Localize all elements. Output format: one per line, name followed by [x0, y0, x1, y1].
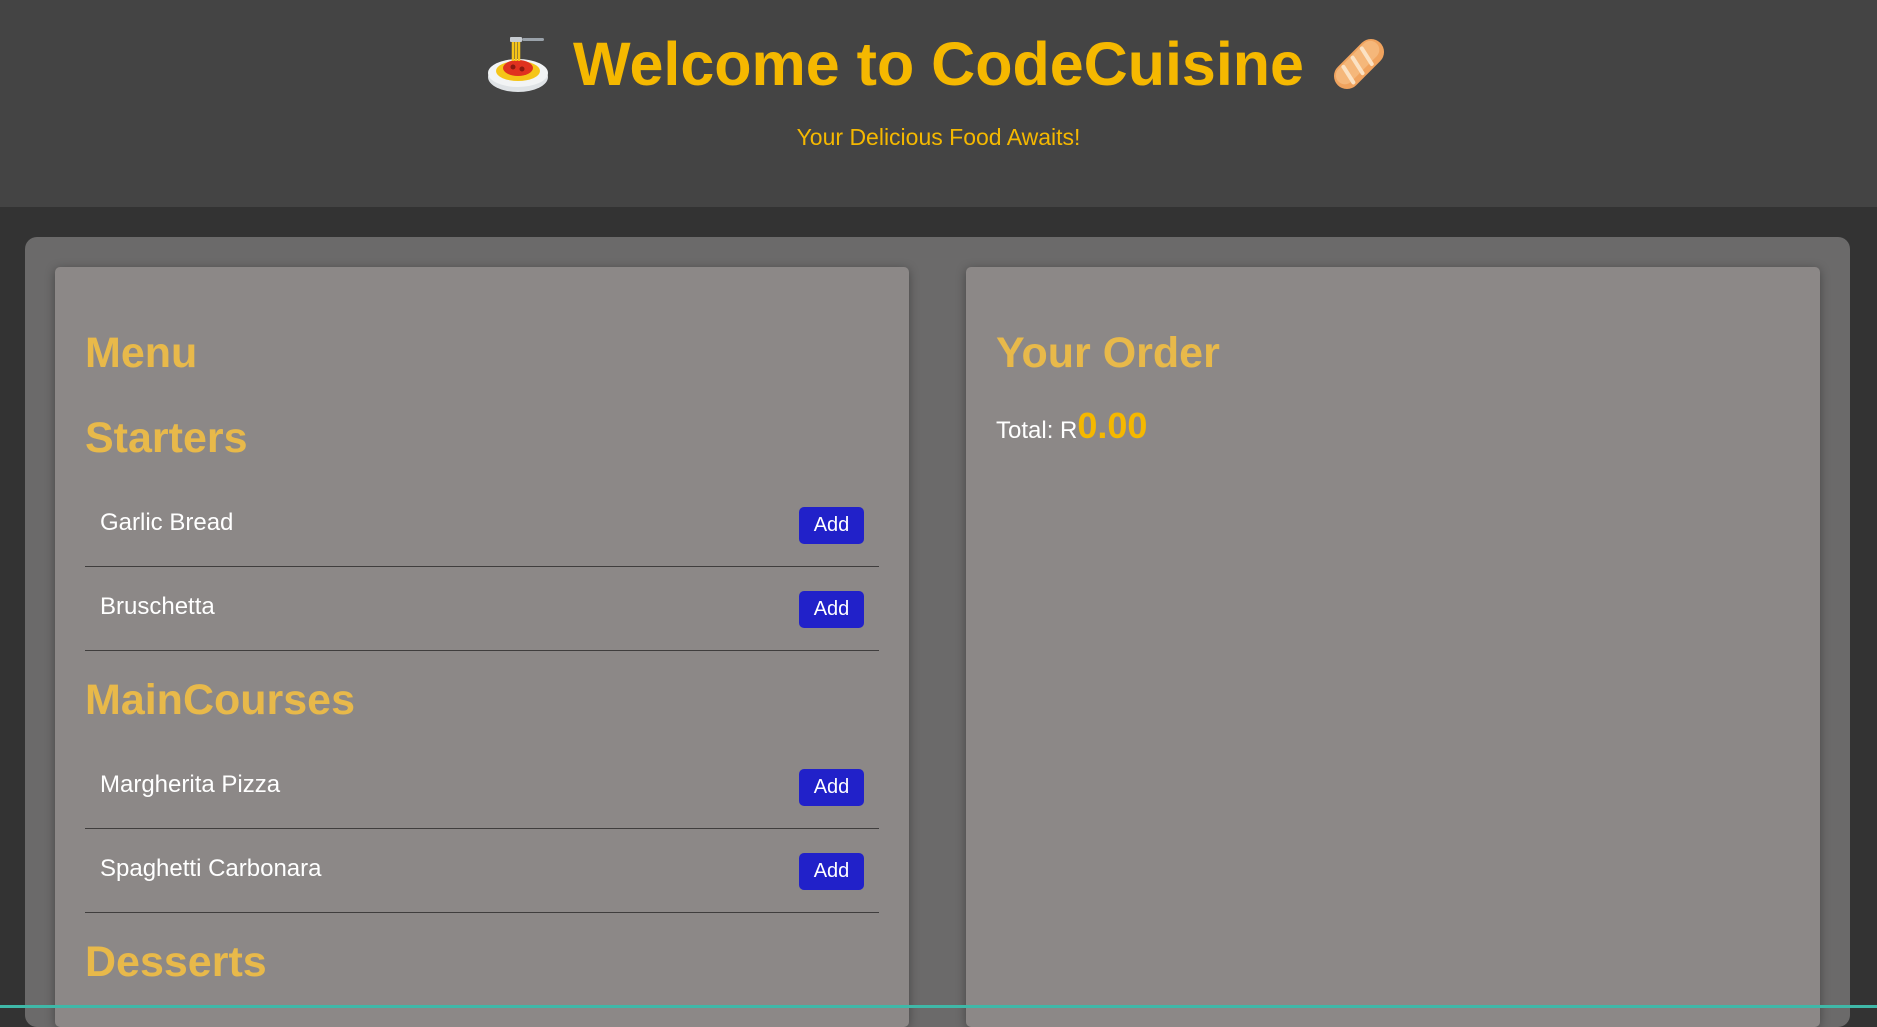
add-margherita-pizza-button[interactable]: Add	[799, 769, 864, 806]
site-header: Welcome to CodeCuisine Your Delicious Fo…	[0, 0, 1877, 207]
total-value: 0.00	[1077, 405, 1148, 446]
order-panel: Your Order Total: R0.00	[966, 267, 1820, 1027]
page-title: Welcome to CodeCuisine	[573, 30, 1304, 98]
menu-title: Menu	[85, 329, 198, 377]
add-bruschetta-button[interactable]: Add	[799, 591, 864, 628]
category-starters: Starters	[85, 414, 248, 462]
order-total: Total: R0.00	[996, 405, 1147, 447]
menu-item-spaghetti-carbonara: Spaghetti Carbonara Add	[85, 829, 879, 913]
category-main-courses: MainCourses	[85, 676, 356, 724]
order-title: Your Order	[996, 329, 1220, 377]
menu-item-bruschetta: Bruschetta Add	[85, 567, 879, 651]
title-row: Welcome to CodeCuisine	[0, 28, 1877, 100]
page-subtitle: Your Delicious Food Awaits!	[796, 124, 1081, 150]
main-container: Menu Starters Garlic Bread Add Bruschett…	[25, 237, 1850, 1027]
spaghetti-icon	[485, 31, 551, 97]
menu-item-name: Margherita Pizza	[100, 771, 281, 798]
menu-item-garlic-bread: Garlic Bread Add	[85, 483, 879, 567]
add-garlic-bread-button[interactable]: Add	[799, 507, 864, 544]
menu-item-name: Garlic Bread	[100, 509, 234, 536]
menu-item-name: Bruschetta	[100, 593, 215, 620]
menu-panel: Menu Starters Garlic Bread Add Bruschett…	[55, 267, 909, 1027]
menu-item-name: Spaghetti Carbonara	[100, 855, 322, 882]
menu-item-margherita-pizza: Margherita Pizza Add	[85, 745, 879, 829]
category-desserts: Desserts	[85, 938, 267, 986]
add-spaghetti-carbonara-button[interactable]: Add	[799, 853, 864, 890]
total-label: Total: R	[996, 417, 1078, 444]
bread-icon	[1326, 31, 1392, 97]
